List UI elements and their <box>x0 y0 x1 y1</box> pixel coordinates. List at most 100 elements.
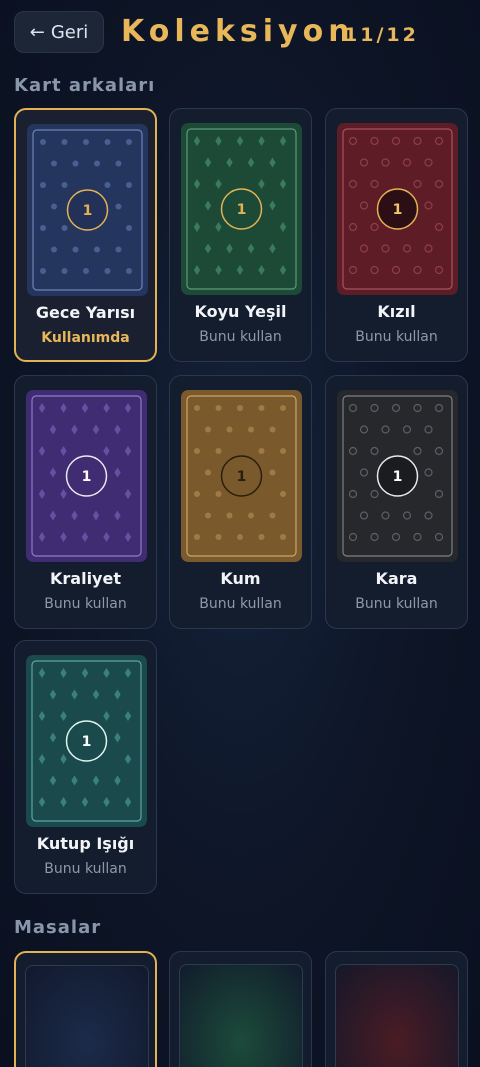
pattern-mark <box>258 405 265 411</box>
pattern-mark <box>258 534 265 540</box>
pattern-mark <box>40 139 46 145</box>
card-back-preview: 1 <box>181 390 302 562</box>
card-back-preview: 1 <box>337 390 458 562</box>
card-back-tile[interactable]: 1 Koyu Yeşil Bunu kullan <box>169 108 312 362</box>
card-back-preview: 1 <box>181 123 302 295</box>
card-back-tile[interactable]: 1 Kara Bunu kullan <box>325 375 468 629</box>
card-back-tile[interactable]: 1 Kutup Işığı Bunu kullan <box>14 640 157 894</box>
card-back-name: Kraliyet <box>50 569 121 588</box>
card-badge-number: 1 <box>393 469 403 485</box>
card-back-tile[interactable]: 1 Kraliyet Bunu kullan <box>14 375 157 629</box>
pattern-mark <box>194 448 200 454</box>
pattern-mark <box>194 405 200 411</box>
card-badge-number: 1 <box>82 734 92 750</box>
card-badge-number: 1 <box>393 202 403 218</box>
table-tile[interactable] <box>325 951 468 1067</box>
pattern-mark <box>280 448 286 454</box>
use-this-button[interactable]: Bunu kullan <box>326 329 467 345</box>
pattern-mark <box>269 512 276 519</box>
pattern-mark <box>237 405 243 411</box>
table-felt-preview <box>179 964 303 1067</box>
section-title-tables: Masalar <box>14 917 102 938</box>
table-tile[interactable] <box>14 951 157 1067</box>
section-title-card-backs: Kart arkaları <box>14 75 156 96</box>
pattern-mark <box>61 225 68 231</box>
pattern-mark <box>215 534 222 540</box>
page-title: Koleksiyon <box>121 14 355 49</box>
card-back-tile[interactable]: 1 Kızıl Bunu kullan <box>325 108 468 362</box>
card-badge-number: 1 <box>83 203 93 219</box>
table-felt-preview <box>335 964 459 1067</box>
pattern-mark <box>215 405 222 411</box>
pattern-mark <box>126 139 132 145</box>
header: ← Geri Koleksiyon 11/12 <box>0 0 480 70</box>
pattern-mark <box>61 139 68 145</box>
pattern-mark <box>280 405 286 411</box>
pattern-mark <box>51 160 57 167</box>
card-back-name: Kutup Işığı <box>36 834 135 853</box>
card-badge-number: 1 <box>237 469 247 485</box>
pattern-mark <box>126 268 132 274</box>
card-back-preview: 1 <box>337 123 458 295</box>
back-button-label: Geri <box>50 21 89 43</box>
pattern-mark <box>40 225 46 231</box>
card-back-preview: 1 <box>27 124 148 296</box>
use-this-button[interactable]: Bunu kullan <box>326 596 467 612</box>
use-this-button[interactable]: Bunu kullan <box>170 329 311 345</box>
pattern-mark <box>248 512 254 519</box>
pattern-mark <box>83 268 89 274</box>
use-this-button[interactable]: Bunu kullan <box>15 861 156 877</box>
use-this-button[interactable]: Bunu kullan <box>15 596 156 612</box>
pattern-mark <box>40 268 46 274</box>
back-arrow-icon: ← <box>29 21 45 43</box>
pattern-mark <box>269 426 276 433</box>
pattern-mark <box>226 512 233 519</box>
card-back-name: Kara <box>375 569 418 588</box>
pattern-mark <box>115 203 122 210</box>
pattern-mark <box>280 534 286 540</box>
pattern-mark <box>83 139 89 145</box>
pattern-mark <box>61 182 68 188</box>
card-back-preview: 1 <box>26 655 147 827</box>
collection-count: 11/12 <box>344 24 419 46</box>
pattern-mark <box>51 246 57 253</box>
card-back-tile[interactable]: 1 Kum Bunu kullan <box>169 375 312 629</box>
table-tile[interactable] <box>169 951 312 1067</box>
pattern-mark <box>115 160 122 167</box>
pattern-mark <box>61 268 68 274</box>
pattern-mark <box>205 469 211 476</box>
pattern-mark <box>72 246 79 253</box>
pattern-mark <box>205 512 211 519</box>
pattern-mark <box>40 182 46 188</box>
pattern-mark <box>215 448 222 454</box>
card-back-tile[interactable]: 1 Gece Yarısı Kullanımda <box>14 108 157 362</box>
back-button[interactable]: ← Geri <box>14 11 104 53</box>
card-back-name: Kızıl <box>377 302 416 321</box>
pattern-mark <box>104 268 111 274</box>
pattern-mark <box>258 448 265 454</box>
pattern-mark <box>280 491 286 497</box>
use-this-button[interactable]: Bunu kullan <box>170 596 311 612</box>
in-use-label: Kullanımda <box>41 330 130 346</box>
card-back-name: Kum <box>220 569 261 588</box>
pattern-mark <box>94 160 100 167</box>
pattern-mark <box>248 426 254 433</box>
pattern-mark <box>51 203 57 210</box>
pattern-mark <box>126 182 132 188</box>
card-badge-number: 1 <box>237 202 247 218</box>
pattern-mark <box>194 491 200 497</box>
pattern-mark <box>215 491 222 497</box>
pattern-mark <box>205 426 211 433</box>
pattern-mark <box>269 469 276 476</box>
pattern-mark <box>126 225 132 231</box>
pattern-mark <box>72 160 79 167</box>
pattern-mark <box>237 534 243 540</box>
card-back-preview: 1 <box>26 390 147 562</box>
card-back-name: Gece Yarısı <box>35 303 136 322</box>
pattern-mark <box>94 246 100 253</box>
pattern-mark <box>104 182 111 188</box>
pattern-mark <box>115 246 122 253</box>
pattern-mark <box>104 139 111 145</box>
card-back-name: Koyu Yeşil <box>194 302 287 321</box>
card-badge-number: 1 <box>82 469 92 485</box>
